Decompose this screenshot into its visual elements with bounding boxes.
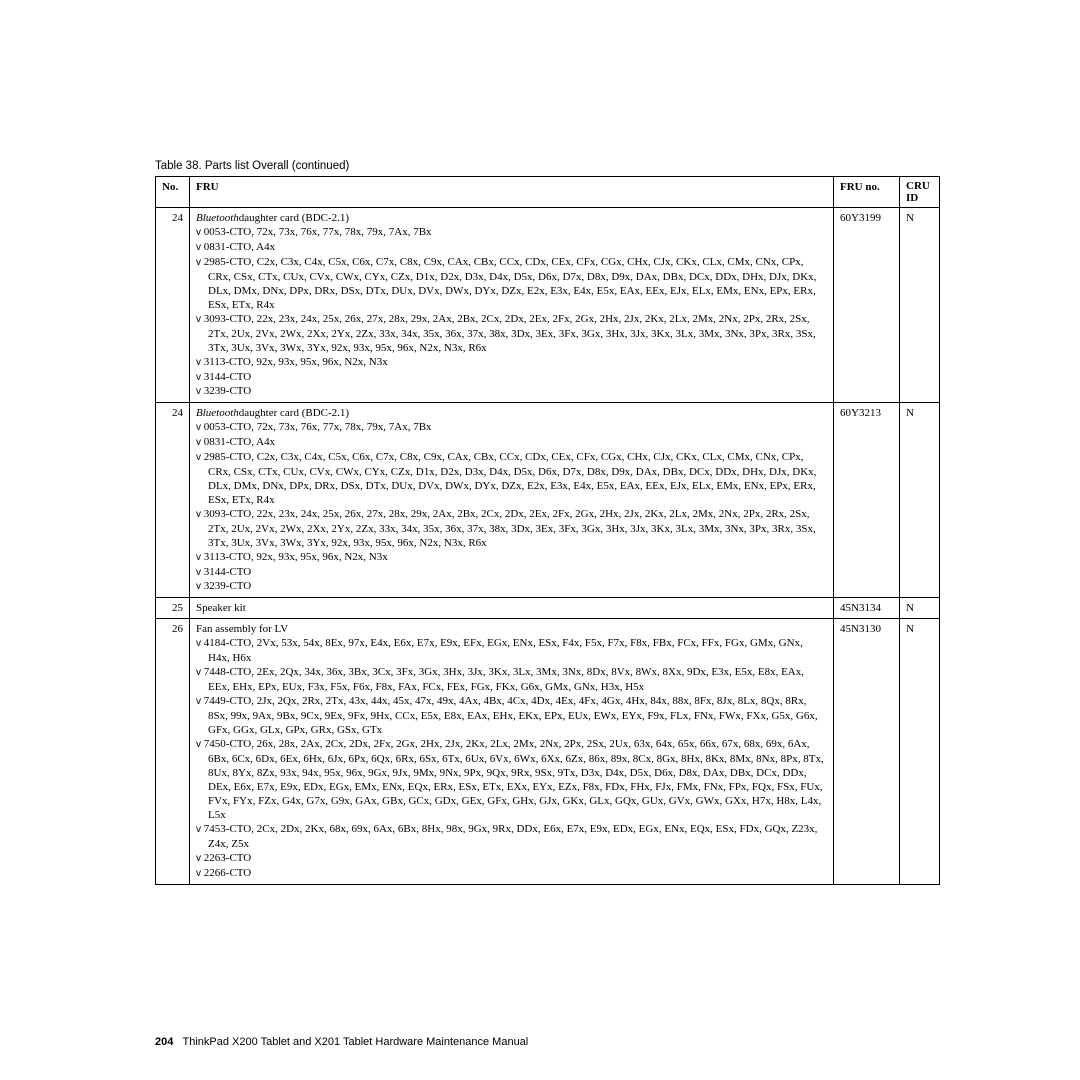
bullet-item: 3144-CTO [196,565,827,580]
bullet-item: 0831-CTO, A4x [196,240,827,255]
cell-fruno: 45N3134 [834,598,900,619]
footer-title: ThinkPad X200 Tablet and X201 Tablet Har… [183,1036,529,1048]
header-fru: FRU [190,177,834,208]
header-fruno: FRU no. [834,177,900,208]
bullet-item: 2266-CTO [196,866,827,881]
bullet-item: 7450-CTO, 26x, 28x, 2Ax, 2Cx, 2Dx, 2Fx, … [196,737,827,822]
bullet-item: 7448-CTO, 2Ex, 2Qx, 34x, 36x, 3Bx, 3Cx, … [196,665,827,694]
bullet-item: 2985-CTO, C2x, C3x, C4x, C5x, C6x, C7x, … [196,450,827,507]
bullet-item: 3239-CTO [196,579,827,594]
bullet-item: 0053-CTO, 72x, 73x, 76x, 77x, 78x, 79x, … [196,420,827,435]
cell-no: 25 [156,598,190,619]
page-number: 204 [155,1036,173,1048]
bullet-item: 7453-CTO, 2Cx, 2Dx, 2Kx, 68x, 69x, 6Ax, … [196,822,827,851]
cell-no: 26 [156,619,190,884]
cell-fru: Fan assembly for LV4184-CTO, 2Vx, 53x, 5… [190,619,834,884]
cell-fru: Speaker kit [190,598,834,619]
page-footer: 204 ThinkPad X200 Tablet and X201 Tablet… [155,1036,528,1048]
cell-cru: N [900,403,940,598]
cell-fru: Bluetoothdaughter card (BDC-2.1)0053-CTO… [190,403,834,598]
cell-fru: Bluetoothdaughter card (BDC-2.1)0053-CTO… [190,208,834,403]
table-caption: Table 38. Parts list Overall (continued) [155,160,940,172]
table-row: 26Fan assembly for LV4184-CTO, 2Vx, 53x,… [156,619,940,884]
cell-fruno: 60Y3199 [834,208,900,403]
bullet-item: 3113-CTO, 92x, 93x, 95x, 96x, N2x, N3x [196,550,827,565]
bullet-item: 3093-CTO, 22x, 23x, 24x, 25x, 26x, 27x, … [196,507,827,550]
bullet-item: 3144-CTO [196,370,827,385]
table-row: 25Speaker kit45N3134N [156,598,940,619]
cell-no: 24 [156,403,190,598]
bullet-item: 7449-CTO, 2Jx, 2Qx, 2Rx, 2Tx, 43x, 44x, … [196,694,827,737]
cell-cru: N [900,598,940,619]
cell-no: 24 [156,208,190,403]
bullet-item: 0053-CTO, 72x, 73x, 76x, 77x, 78x, 79x, … [196,225,827,240]
header-no: No. [156,177,190,208]
bullet-item: 2985-CTO, C2x, C3x, C4x, C5x, C6x, C7x, … [196,255,827,312]
cell-cru: N [900,619,940,884]
bullet-item: 3093-CTO, 22x, 23x, 24x, 25x, 26x, 27x, … [196,312,827,355]
parts-table: No. FRU FRU no. CRUID 24Bluetoothdaughte… [155,176,940,885]
bullet-item: 0831-CTO, A4x [196,435,827,450]
cell-cru: N [900,208,940,403]
table-row: 24Bluetoothdaughter card (BDC-2.1)0053-C… [156,403,940,598]
bullet-item: 4184-CTO, 2Vx, 53x, 54x, 8Ex, 97x, E4x, … [196,636,827,665]
bullet-item: 3239-CTO [196,384,827,399]
cell-fruno: 60Y3213 [834,403,900,598]
cell-fruno: 45N3130 [834,619,900,884]
bullet-item: 3113-CTO, 92x, 93x, 95x, 96x, N2x, N3x [196,355,827,370]
table-row: 24Bluetoothdaughter card (BDC-2.1)0053-C… [156,208,940,403]
header-cru: CRUID [900,177,940,208]
bullet-item: 2263-CTO [196,851,827,866]
